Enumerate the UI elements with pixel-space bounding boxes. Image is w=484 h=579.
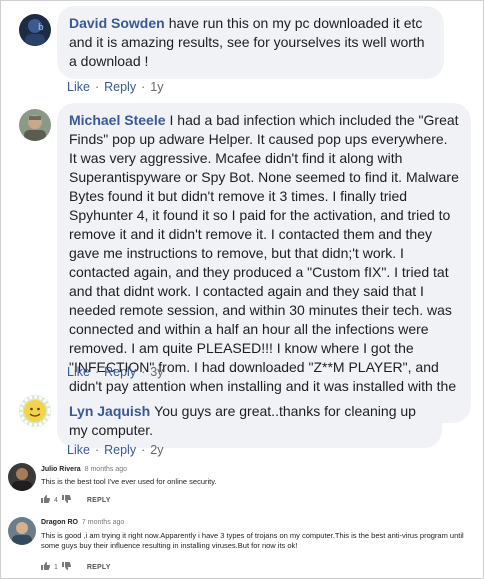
comment-author[interactable]: Lyn Jaquish xyxy=(69,403,150,419)
comment-header: Dragon RO 7 months ago xyxy=(41,519,124,526)
separator: · xyxy=(141,443,146,457)
separator: · xyxy=(141,80,146,94)
like-link[interactable]: Like xyxy=(67,365,90,379)
comment-age: 3y xyxy=(150,365,164,379)
upvote-count: 4 xyxy=(54,496,58,504)
upvote-icon[interactable] xyxy=(41,562,51,572)
comment-author[interactable]: Michael Steele xyxy=(69,112,166,128)
reply-button[interactable]: REPLY xyxy=(87,564,111,571)
comment-header: Julio Rivera 8 months ago xyxy=(41,466,127,473)
comment-timestamp[interactable]: 8 months ago xyxy=(85,466,127,473)
separator: · xyxy=(94,443,100,457)
comment-actions: Like · Reply · 3y xyxy=(67,365,163,379)
comment-actions: Like · Reply · 2y xyxy=(67,443,163,457)
comment-author[interactable]: Julio Rivera xyxy=(41,466,81,473)
reply-link[interactable]: Reply xyxy=(104,443,136,457)
avatar[interactable]: b xyxy=(19,14,51,46)
avatar[interactable] xyxy=(19,395,51,427)
comment-bubble: Lyn Jaquish You guys are great..thanks fo… xyxy=(57,394,442,448)
comment-bubble: David Sowden have run this on my pc downl… xyxy=(57,6,444,79)
reply-link[interactable]: Reply xyxy=(104,365,136,379)
reply-link[interactable]: Reply xyxy=(104,80,136,94)
comment-actions: 4 REPLY xyxy=(41,495,111,505)
reply-button[interactable]: REPLY xyxy=(87,497,111,504)
downvote-icon[interactable] xyxy=(61,562,71,572)
downvote-icon[interactable] xyxy=(61,495,71,505)
svg-text:b: b xyxy=(38,23,44,33)
like-link[interactable]: Like xyxy=(67,443,90,457)
comment-timestamp[interactable]: 7 months ago xyxy=(82,519,124,526)
comment-text: This is the best tool I've ever used for… xyxy=(41,477,217,486)
avatar[interactable] xyxy=(8,463,36,491)
avatar[interactable] xyxy=(19,109,51,141)
avatar[interactable] xyxy=(8,517,36,545)
comment-actions: 1 REPLY xyxy=(41,562,111,572)
comment-actions: Like · Reply · 1y xyxy=(67,80,163,94)
comment-author[interactable]: Dragon RO xyxy=(41,519,78,526)
comment-age: 2y xyxy=(150,443,164,457)
separator: · xyxy=(141,365,146,379)
upvote-count: 1 xyxy=(54,563,58,571)
comment-author[interactable]: David Sowden xyxy=(69,15,165,31)
comment-text: This is good ,i am trying it right now.A… xyxy=(41,531,464,550)
separator: · xyxy=(94,80,100,94)
separator: · xyxy=(94,365,100,379)
comment-age: 1y xyxy=(150,80,164,94)
like-link[interactable]: Like xyxy=(67,80,90,94)
upvote-icon[interactable] xyxy=(41,495,51,505)
